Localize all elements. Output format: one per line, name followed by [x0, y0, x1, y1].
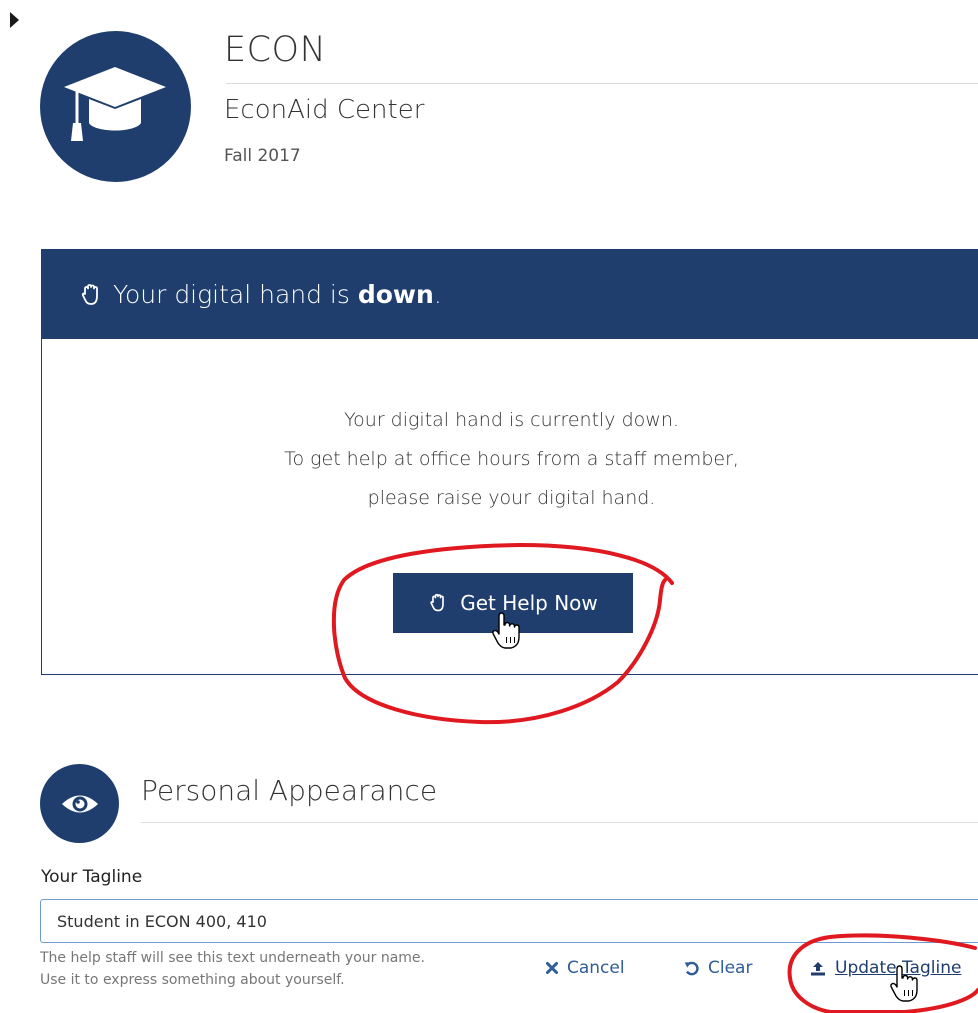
get-help-now-button[interactable]: Get Help Now [393, 573, 633, 633]
upload-icon [810, 961, 826, 976]
message-line: please raise your digital hand. [367, 487, 656, 509]
cancel-button[interactable]: Cancel [546, 958, 625, 978]
message-line: Your digital hand is currently down. [344, 409, 679, 431]
course-code: ECON [224, 30, 327, 70]
tagline-label: Your Tagline [41, 867, 143, 887]
eye-icon [62, 795, 98, 813]
hand-icon [79, 283, 103, 311]
divider [226, 83, 978, 84]
update-tagline-button[interactable]: Update Tagline [810, 958, 961, 978]
tagline-input[interactable] [40, 899, 978, 943]
update-tagline-label: Update Tagline [835, 958, 962, 978]
course-avatar [40, 31, 191, 182]
personal-appearance-avatar [40, 764, 119, 843]
hand-status-message: Your digital hand is currently down. To … [41, 401, 978, 518]
clear-button[interactable]: Clear [684, 958, 752, 978]
expand-arrow-icon[interactable] [10, 12, 19, 28]
hand-status-prefix: Your digital hand is [113, 280, 350, 309]
hand-status-title: Your digital hand is down. [113, 280, 442, 309]
help-line: The help staff will see this text undern… [40, 950, 425, 966]
hand-status-value: down [357, 280, 434, 309]
get-help-now-label: Get Help Now [460, 591, 598, 615]
times-icon [546, 962, 558, 974]
divider [141, 822, 978, 823]
cancel-label: Cancel [567, 958, 625, 978]
course-term: Fall 2017 [224, 146, 301, 166]
course-name: EconAid Center [224, 95, 425, 125]
hand-icon [430, 593, 445, 612]
undo-icon [684, 961, 699, 976]
message-line: To get help at office hours from a staff… [284, 448, 739, 470]
tagline-help-text: The help staff will see this text undern… [40, 947, 425, 991]
graduation-cap-icon [64, 67, 166, 141]
section-title: Personal Appearance [141, 774, 438, 807]
hand-status-suffix: . [433, 280, 442, 309]
clear-label: Clear [708, 958, 753, 978]
help-line: Use it to express something about yourse… [40, 972, 345, 988]
